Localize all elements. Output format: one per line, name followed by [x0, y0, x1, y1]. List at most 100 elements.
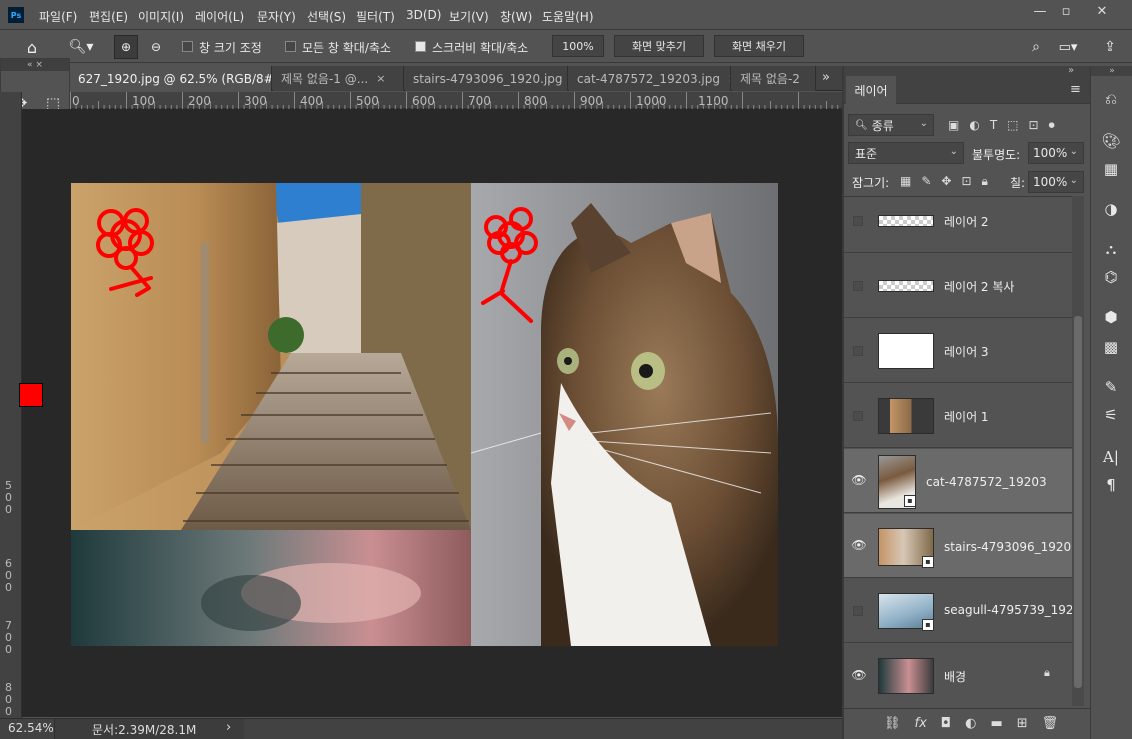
menu-view[interactable]: 보기(V)	[449, 8, 489, 25]
lock-pixels-icon[interactable]: ✎	[921, 174, 931, 189]
mask-icon[interactable]: ◘	[941, 716, 951, 731]
layer-row[interactable]: 👁︎ ▪ cat-4787572_19203	[844, 449, 1072, 513]
fx-icon[interactable]: fx	[915, 716, 927, 731]
lock-position-icon[interactable]: ✥	[941, 174, 951, 189]
channels-icon[interactable]: ⛬	[1099, 238, 1123, 260]
resize-windows-checkbox[interactable]	[182, 41, 193, 52]
layer-row[interactable]: 레이어 1	[844, 384, 1072, 448]
menu-3d[interactable]: 3D(D)	[406, 8, 441, 22]
menu-type[interactable]: 문자(Y)	[257, 8, 296, 25]
layer-row[interactable]: 👁︎ ▪ stairs-4793096_1920	[844, 514, 1072, 578]
layer-row[interactable]: 레이어 3	[844, 319, 1072, 383]
visibility-toggle[interactable]	[853, 606, 863, 616]
visibility-toggle[interactable]	[853, 216, 863, 226]
zoom-out-icon[interactable]: ⊖	[144, 35, 168, 59]
adjustments-icon[interactable]: ◑	[1099, 198, 1123, 220]
tab-untitled-1[interactable]: 제목 없음-1 @... ×	[273, 66, 404, 91]
brushes-icon[interactable]: ✎	[1099, 376, 1123, 398]
status-menu-icon[interactable]: ›	[226, 720, 231, 735]
history-icon[interactable]: ⎌	[1099, 88, 1123, 110]
filter-shape-icon[interactable]: ⬚	[1007, 118, 1018, 132]
smart-object-icon: ▪	[922, 556, 934, 568]
share-icon[interactable]: ⇪	[1100, 37, 1120, 57]
menu-image[interactable]: 이미지(I)	[138, 8, 184, 25]
close-tab-icon[interactable]: ×	[376, 72, 385, 85]
filter-kind-dropdown[interactable]: 🔍︎ 종류 ⌄	[848, 114, 934, 136]
zoom-tool-preset-icon[interactable]: 🔍︎▾	[62, 36, 100, 58]
maximize-icon[interactable]: ▫	[1048, 0, 1084, 22]
lock-transparency-icon[interactable]: ▦	[900, 174, 911, 189]
visibility-toggle[interactable]	[853, 346, 863, 356]
menu-help[interactable]: 도움말(H)	[542, 8, 594, 25]
tab-cat[interactable]: cat-4787572_19203.jpg ×	[569, 66, 731, 91]
filter-pixel-icon[interactable]: ▣	[948, 118, 959, 132]
layer-row[interactable]: 레이어 2	[844, 197, 1072, 253]
character-icon[interactable]: A|	[1099, 446, 1123, 468]
home-icon[interactable]: ⌂	[20, 36, 44, 58]
scrollbar-thumb[interactable]	[1074, 316, 1082, 688]
lock-all-icon[interactable]: 🔒︎	[982, 174, 988, 189]
menu-file[interactable]: 파일(F)	[39, 8, 77, 25]
menu-select[interactable]: 선택(S)	[307, 8, 346, 25]
layer-row[interactable]: 👁︎ 배경 🔒︎	[844, 644, 1072, 706]
eye-icon[interactable]: 👁︎	[851, 538, 866, 552]
collapse-icon[interactable]: »	[1068, 65, 1074, 76]
group-folder-icon[interactable]: ▬	[990, 716, 1002, 731]
zoom-level[interactable]: 62.54%	[8, 721, 54, 735]
swatches-icon[interactable]: ▦	[1099, 158, 1123, 180]
close-icon[interactable]: ✕	[1084, 0, 1120, 22]
paragraph-icon[interactable]: ¶	[1099, 474, 1123, 496]
layer-row[interactable]: ▪ seagull-4795739_1920	[844, 579, 1072, 643]
layers-scrollbar[interactable]	[1072, 196, 1084, 706]
layer-thumbnail	[878, 215, 934, 227]
resize-windows-label: 창 크기 조정	[199, 41, 262, 55]
opacity-input[interactable]: 100% ⌄	[1028, 142, 1084, 164]
tab-untitled-2[interactable]: 제목 없음-2	[732, 66, 816, 91]
layer-row[interactable]: 레이어 2 복사	[844, 254, 1072, 318]
visibility-toggle[interactable]	[853, 281, 863, 291]
menu-edit[interactable]: 편집(E)	[89, 8, 128, 25]
lock-artboard-icon[interactable]: ⊡	[961, 174, 971, 189]
layer-name: 레이어 1	[944, 410, 989, 424]
blend-mode-dropdown[interactable]: 표준 ⌄	[848, 142, 964, 164]
eye-icon[interactable]: 👁︎	[851, 473, 866, 487]
properties-icon[interactable]: ⚟	[1099, 404, 1123, 426]
panel-menu-icon[interactable]: ≡	[1070, 82, 1081, 97]
menu-layer[interactable]: 레이어(L)	[195, 8, 244, 25]
eye-icon[interactable]: 👁︎	[851, 668, 866, 682]
link-icon[interactable]: ⛓	[884, 716, 901, 731]
tab-document-active[interactable]: 627_1920.jpg @ 62.5% (RGB/8#) *×	[70, 66, 272, 91]
filter-toggle-icon[interactable]: ⏺	[1049, 118, 1055, 133]
document-canvas[interactable]	[71, 183, 778, 646]
search-icon[interactable]: ⌕	[1026, 37, 1046, 57]
fit-screen-button[interactable]: 화면 맞추기	[614, 35, 704, 57]
tab-layers[interactable]: 레이어	[846, 76, 896, 104]
scrubby-zoom-checkbox[interactable]	[415, 41, 426, 52]
adjustment-icon[interactable]: ◐	[965, 716, 976, 731]
tab-stairs[interactable]: stairs-4793096_1920.jpg×	[405, 66, 568, 91]
filter-adjustment-icon[interactable]: ◐	[969, 118, 979, 132]
zoom-in-icon[interactable]: ⊕	[114, 35, 138, 59]
tab-overflow-icon[interactable]: »	[822, 70, 830, 85]
collapse-icon[interactable]: »	[1091, 66, 1132, 76]
foreground-color-swatch[interactable]	[19, 383, 43, 407]
menu-filter[interactable]: 필터(T)	[356, 8, 395, 25]
fill-input[interactable]: 100% ⌄	[1028, 171, 1084, 193]
fill-screen-button[interactable]: 화면 채우기	[714, 35, 804, 57]
color-icon[interactable]: 🎨︎	[1099, 130, 1123, 152]
close-tab-icon[interactable]: ×	[728, 72, 730, 85]
workspace-icon[interactable]: ▭▾	[1054, 37, 1082, 57]
timeline-icon[interactable]: ▩	[1099, 336, 1123, 358]
trash-icon[interactable]: 🗑︎	[1042, 716, 1059, 731]
new-layer-icon[interactable]: ⊞	[1017, 716, 1028, 731]
3d-icon[interactable]: ⬢	[1099, 306, 1123, 328]
tools-collapse-icon[interactable]: « ×	[1, 59, 69, 71]
layer-name: cat-4787572_19203	[926, 475, 1047, 489]
zoom-100-button[interactable]: 100%	[552, 35, 604, 57]
paths-icon[interactable]: ⌬	[1099, 266, 1123, 288]
menu-window[interactable]: 창(W)	[500, 8, 532, 25]
filter-smart-object-icon[interactable]: ⊡	[1029, 118, 1039, 132]
filter-type-icon[interactable]: T	[990, 118, 997, 132]
zoom-all-checkbox[interactable]	[285, 41, 296, 52]
visibility-toggle[interactable]	[853, 411, 863, 421]
